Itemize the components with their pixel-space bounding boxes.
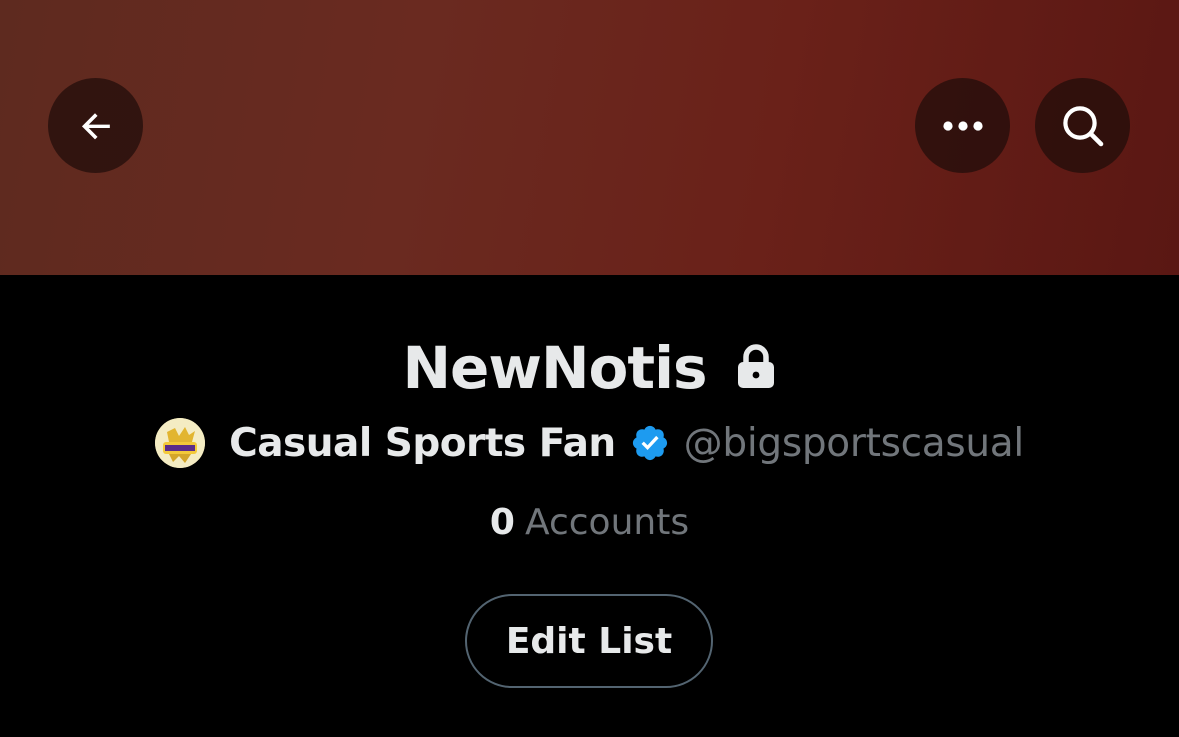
member-count-value: 0 [489, 501, 515, 543]
owner-avatar[interactable] [155, 418, 206, 468]
list-details: NewNotis Casual Sports Fan @bigsportscas… [0, 275, 1179, 737]
members-count[interactable]: 0 Accounts [0, 497, 1179, 547]
list-title: NewNotis [402, 334, 708, 402]
lock-icon [736, 343, 776, 393]
search-icon [1059, 102, 1107, 150]
list-banner [0, 0, 1179, 275]
edit-list-button[interactable]: Edit List [465, 594, 713, 688]
owner-name[interactable]: Casual Sports Fan [229, 421, 616, 466]
list-owner[interactable]: Casual Sports Fan @bigsportscasual [0, 415, 1179, 471]
more-horizontal-icon [942, 120, 984, 132]
more-button[interactable] [915, 78, 1010, 173]
owner-handle[interactable]: @bigsportscasual [684, 421, 1025, 466]
search-button[interactable] [1035, 78, 1130, 173]
arrow-left-icon [76, 106, 116, 146]
back-button[interactable] [48, 78, 143, 173]
member-count-label: Accounts [524, 501, 690, 543]
list-title-row: NewNotis [0, 333, 1179, 403]
verified-badge-icon [630, 423, 670, 463]
